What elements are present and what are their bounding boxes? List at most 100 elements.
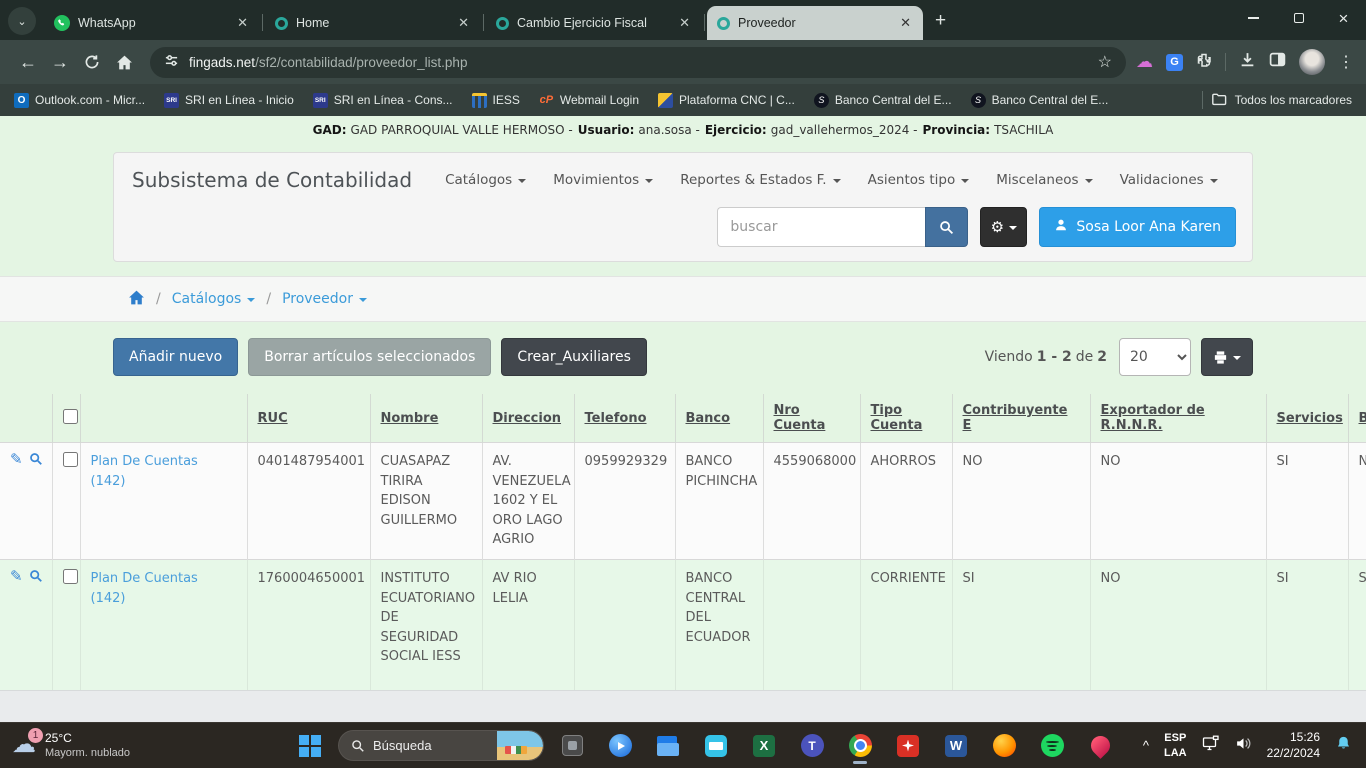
all-bookmarks-button[interactable]: Todos los marcadores: [1202, 91, 1352, 110]
sri-favicon: SRI: [164, 93, 179, 108]
chevron-down-icon: [833, 179, 841, 183]
bookmark-outlook[interactable]: O Outlook.com - Micr...: [14, 93, 145, 108]
firefox-icon[interactable]: [984, 726, 1024, 766]
extensions-puzzle-icon[interactable]: [1196, 52, 1212, 73]
teams-icon[interactable]: T: [792, 726, 832, 766]
menu-miscelaneos[interactable]: Miscelaneos: [996, 172, 1092, 188]
tray-chevron-up-icon[interactable]: ^: [1143, 738, 1149, 753]
media-app-icon[interactable]: [600, 726, 640, 766]
page-size-select[interactable]: 20: [1119, 338, 1191, 376]
translate-icon[interactable]: G: [1166, 54, 1183, 71]
new-tab-button[interactable]: +: [935, 10, 946, 32]
header-banco[interactable]: Banco: [675, 394, 763, 443]
tab-proveedor-active[interactable]: Proveedor ✕: [707, 6, 923, 40]
menu-validaciones[interactable]: Validaciones: [1120, 172, 1218, 188]
tab-close-icon[interactable]: ✕: [235, 15, 250, 31]
breadcrumb-proveedor[interactable]: Proveedor: [282, 291, 367, 307]
header-nro-cuenta[interactable]: Nro Cuenta: [763, 394, 860, 443]
tab-close-icon[interactable]: ✕: [677, 15, 692, 31]
create-auxiliaries-button[interactable]: Crear_Auxiliares: [501, 338, 647, 376]
header-contribuyente[interactable]: Contribuyente E: [952, 394, 1090, 443]
view-icon[interactable]: [29, 452, 43, 473]
bookmark-banco-central-1[interactable]: S Banco Central del E...: [814, 93, 952, 108]
tab-title: WhatsApp: [78, 16, 227, 30]
plan-de-cuentas-link[interactable]: Plan De Cuentas (142): [91, 571, 198, 606]
search-input[interactable]: [717, 207, 925, 247]
flame-app-icon[interactable]: [1080, 726, 1120, 766]
menu-reportes[interactable]: Reportes & Estados F.: [680, 172, 840, 188]
row-checkbox[interactable]: [63, 569, 78, 584]
bookmark-iess[interactable]: IESS: [472, 93, 520, 108]
row-checkbox[interactable]: [63, 452, 78, 467]
header-telefono[interactable]: Telefono: [574, 394, 675, 443]
menu-asientos-tipo[interactable]: Asientos tipo: [868, 172, 970, 188]
reload-icon[interactable]: [76, 46, 108, 78]
bookmark-sri-inicio[interactable]: SRI SRI en Línea - Inicio: [164, 93, 294, 108]
start-button[interactable]: [290, 726, 330, 766]
edit-icon[interactable]: ✎: [10, 569, 23, 590]
tab-search-chevron-icon[interactable]: ⌄: [8, 7, 36, 35]
address-bar[interactable]: fingads.net/sf2/contabilidad/proveedor_l…: [150, 47, 1126, 78]
window-minimize-button[interactable]: [1231, 0, 1276, 36]
header-ruc[interactable]: RUC: [247, 394, 370, 443]
browser-menu-icon[interactable]: ⋮: [1338, 52, 1354, 72]
weather-widget[interactable]: ☁1 25°C Mayorm. nublado: [0, 731, 290, 761]
window-restore-button[interactable]: [1276, 0, 1321, 36]
red-star-app-icon[interactable]: [888, 726, 928, 766]
profile-avatar[interactable]: [1299, 49, 1325, 75]
breadcrumb-catalogos[interactable]: Catálogos: [172, 291, 256, 307]
bookmark-cnc[interactable]: Plataforma CNC | C...: [658, 93, 795, 108]
forward-icon[interactable]: →: [44, 46, 76, 78]
select-all-checkbox[interactable]: [63, 409, 78, 424]
settings-dropdown-button[interactable]: ⚙: [980, 207, 1027, 247]
window-app-icon[interactable]: [552, 726, 592, 766]
whatsapp-favicon: [54, 15, 70, 31]
bookmark-sri-consultas[interactable]: SRI SRI en Línea - Cons...: [313, 93, 453, 108]
bookmark-webmail[interactable]: cP Webmail Login: [539, 93, 639, 108]
mail-app-icon[interactable]: [696, 726, 736, 766]
volume-icon[interactable]: [1235, 735, 1252, 757]
bookmark-star-icon[interactable]: ☆: [1098, 52, 1112, 72]
header-exportador[interactable]: Exportador de R.N.N.R.: [1090, 394, 1266, 443]
back-icon[interactable]: ←: [12, 46, 44, 78]
plan-de-cuentas-link[interactable]: Plan De Cuentas (142): [91, 454, 198, 489]
header-servicios[interactable]: Servicios: [1266, 394, 1348, 443]
breadcrumb-home-icon[interactable]: [128, 289, 145, 310]
taskbar-search[interactable]: Búsqueda: [338, 730, 544, 761]
bookmark-banco-central-2[interactable]: S Banco Central del E...: [971, 93, 1109, 108]
word-icon[interactable]: W: [936, 726, 976, 766]
view-icon[interactable]: [29, 569, 43, 590]
search-button[interactable]: [925, 207, 968, 247]
weather-extension-icon[interactable]: ☁: [1136, 52, 1153, 72]
menu-movimientos[interactable]: Movimientos: [553, 172, 653, 188]
file-explorer-icon[interactable]: [648, 726, 688, 766]
tab-whatsapp[interactable]: WhatsApp ✕: [44, 6, 260, 40]
header-tipo-cuenta[interactable]: Tipo Cuenta: [860, 394, 952, 443]
side-panel-icon[interactable]: [1269, 51, 1286, 73]
home-icon[interactable]: [108, 46, 140, 78]
tab-cambio-ejercicio[interactable]: Cambio Ejercicio Fiscal ✕: [486, 6, 702, 40]
gear-icon: ⚙: [991, 218, 1004, 236]
excel-icon[interactable]: X: [744, 726, 784, 766]
header-bienes[interactable]: Bi: [1348, 394, 1366, 443]
user-menu-button[interactable]: Sosa Loor Ana Karen: [1039, 207, 1236, 247]
spotify-icon[interactable]: [1032, 726, 1072, 766]
menu-catalogos[interactable]: Catálogos: [445, 172, 526, 188]
delete-selected-button[interactable]: Borrar artículos seleccionados: [248, 338, 491, 376]
add-new-button[interactable]: Añadir nuevo: [113, 338, 238, 376]
window-close-button[interactable]: ×: [1321, 0, 1366, 36]
header-direccion[interactable]: Direccion: [482, 394, 574, 443]
tab-close-icon[interactable]: ✕: [456, 15, 471, 31]
clock[interactable]: 15:26 22/2/2024: [1267, 730, 1320, 761]
chrome-icon[interactable]: [840, 726, 880, 766]
notification-bell-icon[interactable]: [1335, 735, 1352, 757]
print-dropdown-button[interactable]: [1201, 338, 1253, 376]
tab-home[interactable]: Home ✕: [265, 6, 481, 40]
tab-close-icon[interactable]: ✕: [898, 15, 913, 31]
downloads-icon[interactable]: [1239, 51, 1256, 73]
edit-icon[interactable]: ✎: [10, 452, 23, 473]
header-nombre[interactable]: Nombre: [370, 394, 482, 443]
site-info-icon[interactable]: [164, 53, 179, 71]
language-indicator[interactable]: ESP LAA: [1164, 731, 1187, 761]
network-icon[interactable]: [1202, 735, 1220, 756]
